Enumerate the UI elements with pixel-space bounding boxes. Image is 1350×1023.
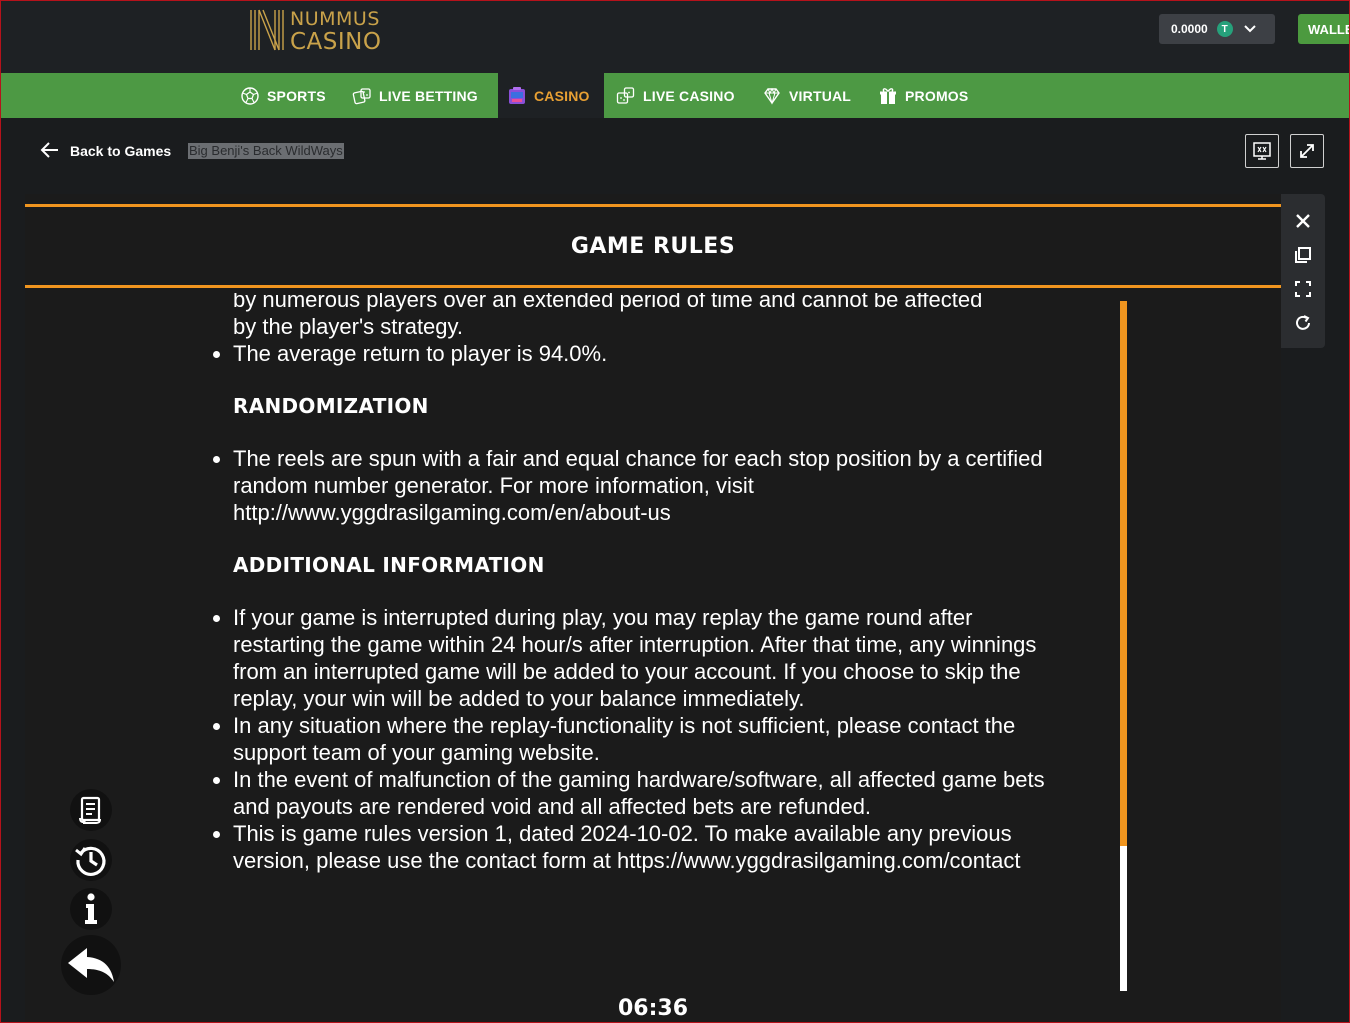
close-game-button[interactable] [1292,210,1314,232]
close-icon [1296,214,1310,228]
list-item: In any situation where the replay-functi… [233,712,1048,766]
refresh-icon [1296,315,1310,330]
balance-dropdown[interactable]: 0.0000 T [1159,14,1275,44]
nav-item-promos[interactable]: PROMOS [878,73,968,118]
scrollbar-thumb[interactable] [1120,301,1127,847]
reply-arrow-icon [61,935,121,995]
chevron-down-icon [1243,25,1256,33]
history-icon [70,839,112,881]
history-button[interactable] [68,837,114,883]
logo-n-icon [250,9,284,51]
rtp-list: The average return to player is 94.0%. [208,340,1048,367]
live-dice-icon [616,86,635,104]
nav-item-casino[interactable]: CASINO [498,73,604,118]
nav-item-live-betting[interactable]: LIVE BETTING [352,73,478,118]
list-item: If your game is interrupted during play,… [233,604,1048,712]
nav-label: LIVE CASINO [643,87,735,104]
list-item: In the event of malfunction of the gamin… [233,766,1048,820]
rules-scrollbar[interactable] [1120,301,1127,991]
copy-icon [1295,247,1311,263]
info-icon [70,888,112,930]
brand-name: NUMMUS CASINO [290,8,382,54]
brand-line2: CASINO [290,29,382,55]
rules-header: GAME RULES [25,204,1281,288]
duplicate-button[interactable] [1292,244,1314,266]
rules-intro-line2: by the player's strategy. [233,314,464,339]
slot-machine-icon [509,86,525,104]
nav-item-virtual[interactable]: VIRTUAL [762,73,851,118]
tether-token-icon: T [1216,21,1233,37]
brand-line1: NUMMUS [290,8,380,30]
additional-info-heading: ADDITIONAL INFORMATION [233,553,545,577]
balance-amount: 0.0000 [1171,22,1208,36]
rules-title: GAME RULES [570,233,736,259]
paytable-button[interactable] [68,787,114,833]
list-item: The reels are spun with a fair and equal… [233,445,1048,526]
info-button[interactable] [68,886,114,932]
back-to-game-button[interactable] [60,934,122,996]
expand-icon [1300,144,1314,158]
back-to-games-link[interactable]: Back to Games [70,143,171,159]
nav-label: LIVE BETTING [379,87,478,104]
top-bar: NUMMUS CASINO 0.0000 T WALLET [0,0,1350,73]
diamond-icon [764,87,780,105]
theater-mode-button[interactable] [1245,134,1279,168]
fullscreen-button[interactable] [1290,134,1324,168]
nav-label: PROMOS [905,87,969,104]
brand-logo[interactable]: NUMMUS CASINO [249,8,389,54]
wallet-button[interactable]: WALLET [1298,14,1350,44]
game-side-toolbar [1281,194,1325,348]
nav-label: SPORTS [267,87,326,104]
list-item: This is game rules version 1, dated 2024… [233,820,1048,874]
list-item: The average return to player is 94.0%. [233,340,1048,367]
rules-scroll-area[interactable]: by numerous players over an extended per… [208,293,1048,993]
fit-screen-button[interactable] [1292,278,1314,300]
gift-icon [880,87,896,104]
game-frame: GAME RULES by numerous players over an e… [25,194,1281,1023]
randomization-list: The reels are spun with a fair and equal… [208,445,1048,526]
randomization-heading: RANDOMIZATION [233,394,429,418]
nav-label: VIRTUAL [789,87,852,104]
nav-item-live-casino[interactable]: LIVE CASINO [616,73,735,118]
rules-intro-line1: by numerous players over an extended per… [233,293,983,312]
main-nav: SPORTS LIVE BETTING CASINO LIVE CASINO V… [0,73,1350,118]
additional-info-list: If your game is interrupted during play,… [208,604,1048,874]
session-timer: 06:36 [617,996,689,1021]
arrow-left-icon[interactable] [40,141,60,159]
nav-item-sports[interactable]: SPORTS [240,73,326,118]
dice-cards-icon [352,87,371,104]
rules-content: by numerous players over an extended per… [208,293,1048,874]
fullscreen-icon [1295,281,1311,297]
reload-button[interactable] [1292,312,1314,334]
soccer-ball-icon [241,86,259,105]
rules-intro: by numerous players over an extended per… [208,293,1048,340]
game-title: Big Benji's Back WildWays [188,143,344,159]
theater-mode-icon [1253,142,1271,160]
paytable-icon [70,789,112,831]
nav-label: CASINO [534,87,590,104]
